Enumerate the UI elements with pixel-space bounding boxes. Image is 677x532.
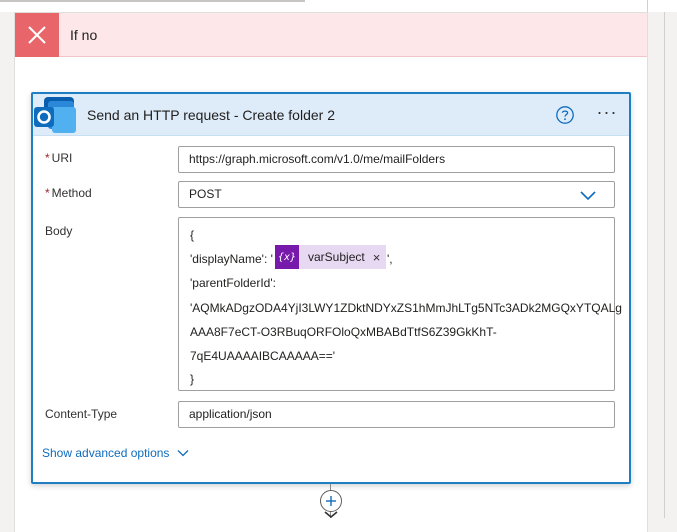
body-line: 'displayName': ' xyxy=(190,252,273,266)
canvas-top-edge xyxy=(0,0,677,12)
uri-input[interactable]: https://graph.microsoft.com/v1.0/me/mail… xyxy=(178,146,615,173)
required-mark: * xyxy=(45,151,50,165)
required-mark: * xyxy=(45,186,50,200)
variable-icon: {x} xyxy=(275,245,299,269)
outlook-icon xyxy=(30,91,78,139)
if-no-header[interactable]: If no xyxy=(15,13,647,57)
body-line: { xyxy=(190,228,195,242)
body-line: ', xyxy=(387,252,393,266)
show-advanced-options-link[interactable]: Show advanced options xyxy=(42,446,189,460)
previous-branch-edge xyxy=(0,0,305,2)
content-type-input[interactable]: application/json xyxy=(178,401,615,428)
more-options-icon[interactable]: ··· xyxy=(592,103,622,126)
arrow-down-icon xyxy=(324,511,338,518)
http-request-action-card[interactable]: Send an HTTP request - Create folder 2 ·… xyxy=(31,92,631,484)
remove-token-icon[interactable]: × xyxy=(373,250,381,265)
uri-label-text: URI xyxy=(51,151,73,165)
body-line: } xyxy=(190,372,195,386)
body-line: 'AQMkADgzODA4YjI3LWY1ZDktNDYxZS1hMmJhLTg… xyxy=(190,301,622,315)
canvas-rail xyxy=(664,12,665,518)
uri-label: * URI xyxy=(45,151,72,165)
chevron-down-icon xyxy=(177,450,189,457)
body-label: Body xyxy=(45,224,73,238)
chevron-down-icon xyxy=(580,191,596,201)
method-label-text: Method xyxy=(51,186,92,200)
advanced-label: Show advanced options xyxy=(42,446,170,460)
token-label: varSubject xyxy=(308,250,365,264)
content-type-label: Content-Type xyxy=(45,407,118,421)
method-dropdown[interactable]: POST xyxy=(178,181,615,208)
body-editor[interactable]: { 'displayName': ' {x} varSubject × ', '… xyxy=(178,217,622,391)
plus-icon[interactable] xyxy=(320,490,342,512)
body-line: 7qE4UAAAAIBCAAAAA==' xyxy=(190,349,336,363)
dynamic-content-token[interactable]: {x} varSubject × xyxy=(275,245,386,269)
action-title: Send an HTTP request - Create folder 2 xyxy=(87,107,335,123)
body-line: 'parentFolderId': xyxy=(190,276,276,290)
body-line: AAA8F7eCT-O3RBuqORFOloQxMBABdTtfS6Z39GkK… xyxy=(190,325,497,339)
method-label: * Method xyxy=(45,186,92,200)
action-header[interactable]: Send an HTTP request - Create folder 2 ·… xyxy=(33,94,629,136)
method-value: POST xyxy=(189,187,222,201)
help-icon[interactable] xyxy=(555,105,575,125)
branch-rail xyxy=(647,0,648,12)
close-icon xyxy=(15,13,59,57)
branch-title: If no xyxy=(70,27,98,43)
